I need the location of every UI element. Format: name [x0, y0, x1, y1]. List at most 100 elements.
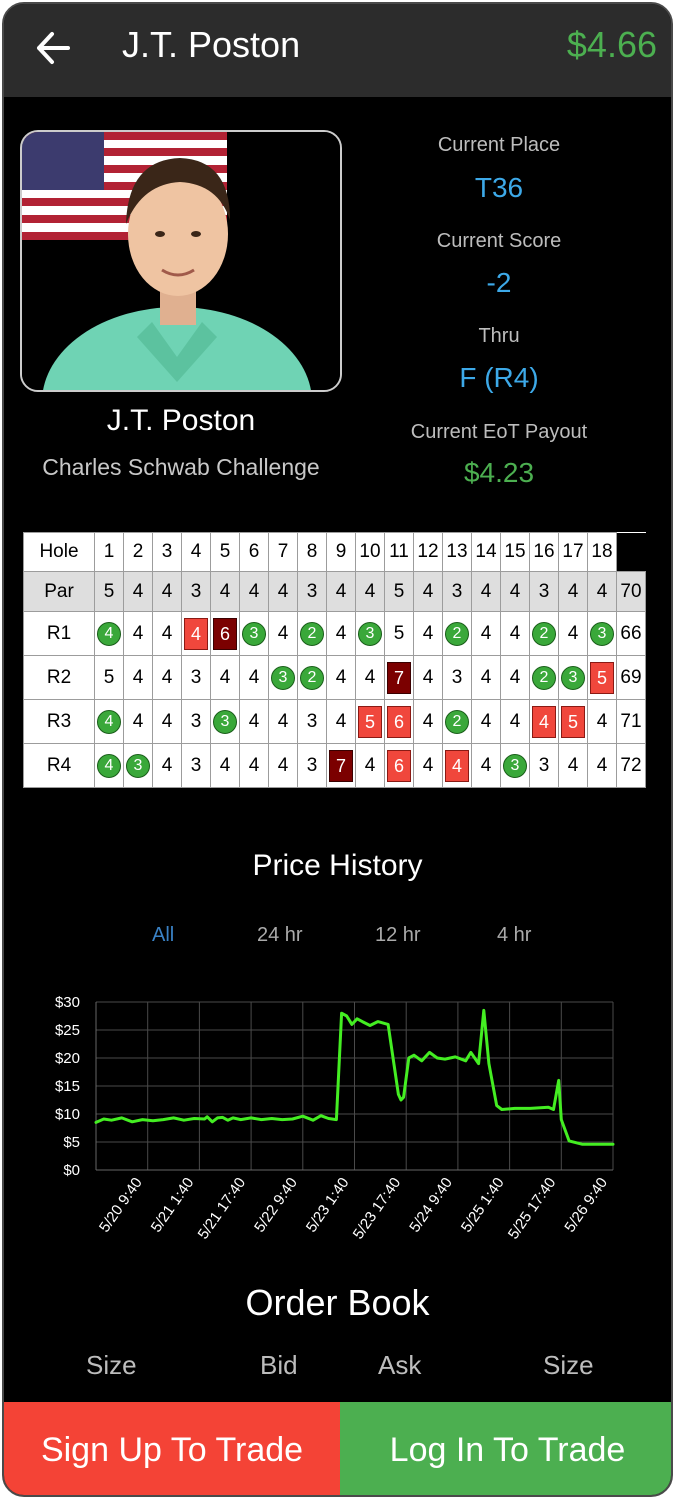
hole-number: 10	[355, 532, 385, 572]
thru-label: Thru	[478, 325, 520, 347]
hole-number: 5	[210, 532, 240, 572]
order-book-bid-header: Bid	[260, 1350, 298, 1380]
par-score: 4	[161, 666, 173, 688]
round-row: R4 4 3 4 3 4 4 4 3 7 4 6 4 4 4 3 3 4 4 72	[23, 743, 646, 788]
round-label: R1	[23, 611, 95, 656]
birdie-marker: 2	[445, 709, 469, 734]
score-cell: 4	[152, 611, 182, 656]
hole-number: 4	[181, 532, 211, 572]
par-score: 3	[306, 710, 318, 732]
score-cell: 4	[558, 611, 588, 656]
x-tick-label: 5/26 9:40	[561, 1175, 611, 1236]
hole-number: 1	[94, 532, 124, 572]
par-score: 4	[132, 710, 144, 732]
birdie-marker: 2	[532, 665, 556, 690]
back-arrow-icon[interactable]	[34, 26, 74, 70]
eot-payout-label: Current EoT Payout	[410, 421, 588, 443]
tab-all[interactable]: All	[152, 924, 174, 947]
score-cell: 5	[558, 699, 588, 744]
par-score: 4	[161, 622, 173, 644]
score-cell: 4	[239, 699, 269, 744]
y-tick-label: $20	[55, 1050, 80, 1067]
y-tick-label: $10	[55, 1106, 80, 1123]
score-cell: 4	[471, 743, 501, 788]
bogey-marker: 6	[387, 705, 411, 738]
score-cell: 4	[471, 699, 501, 744]
score-cell: 6	[384, 743, 414, 788]
app-screen: J.T. Poston $4.66 J.T. Poston Charles Sc…	[2, 2, 673, 1497]
current-price: $4.66	[566, 24, 657, 65]
round-label: R3	[23, 699, 95, 744]
round-total: 72	[616, 743, 646, 788]
top-bar: J.T. Poston $4.66	[4, 4, 671, 97]
par-score: 4	[219, 754, 231, 776]
score-cell: 7	[326, 743, 356, 788]
score-cell: 5	[94, 655, 124, 700]
score-cell: 4	[413, 611, 443, 656]
birdie-marker: 3	[242, 621, 266, 646]
double-bogey-marker: 6	[213, 617, 237, 650]
score-cell: 4	[413, 655, 443, 700]
score-cell: 5	[384, 611, 414, 656]
par-total: 70	[616, 571, 646, 612]
x-tick-label: 5/23 17:40	[350, 1175, 405, 1243]
par-score: 4	[132, 666, 144, 688]
score-cell: 4	[413, 699, 443, 744]
tab-4-hr[interactable]: 4 hr	[497, 924, 531, 947]
birdie-marker: 3	[126, 753, 150, 778]
score-cell: 3	[297, 699, 327, 744]
par-value: 4	[123, 571, 153, 612]
score-cell: 4	[94, 743, 124, 788]
par-score: 4	[422, 754, 434, 776]
x-tick-label: 5/21 1:40	[148, 1175, 198, 1236]
hole-number: 3	[152, 532, 182, 572]
x-tick-label: 5/25 17:40	[505, 1175, 560, 1243]
score-cell: 4	[500, 699, 530, 744]
x-tick-label: 5/21 17:40	[195, 1175, 250, 1243]
score-cell: 3	[181, 743, 211, 788]
par-value: 4	[587, 571, 617, 612]
score-cell: 4	[355, 743, 385, 788]
blank-cell	[616, 532, 646, 572]
score-cell: 4	[123, 611, 153, 656]
par-value: 4	[558, 571, 588, 612]
par-score: 4	[219, 666, 231, 688]
score-cell: 4	[587, 743, 617, 788]
par-value: 4	[239, 571, 269, 612]
sign-up-to-trade-button[interactable]: Sign Up To Trade	[4, 1402, 340, 1495]
par-score: 4	[277, 754, 289, 776]
par-score: 3	[190, 710, 202, 732]
par-score: 4	[132, 622, 144, 644]
score-cell: 3	[239, 611, 269, 656]
round-total: 66	[616, 611, 646, 656]
par-score: 4	[422, 622, 434, 644]
par-score: 4	[567, 754, 579, 776]
tab-12-hr[interactable]: 12 hr	[375, 924, 421, 947]
hole-number: 16	[529, 532, 559, 572]
score-cell: 2	[297, 611, 327, 656]
score-cell: 6	[210, 611, 240, 656]
score-cell: 3	[529, 743, 559, 788]
score-cell: 4	[239, 743, 269, 788]
bogey-marker: 6	[387, 749, 411, 782]
par-value: 3	[442, 571, 472, 612]
par-score: 4	[161, 754, 173, 776]
par-score: 4	[480, 666, 492, 688]
par-value: 5	[384, 571, 414, 612]
par-value: 4	[326, 571, 356, 612]
score-cell: 4	[500, 655, 530, 700]
tab-24-hr[interactable]: 24 hr	[257, 924, 303, 947]
score-cell: 4	[558, 743, 588, 788]
par-value: 4	[210, 571, 240, 612]
double-bogey-marker: 7	[387, 661, 411, 694]
price-history-title: Price History	[252, 849, 423, 882]
order-book-title: Order Book	[245, 1282, 430, 1323]
round-total: 71	[616, 699, 646, 744]
log-in-to-trade-button[interactable]: Log In To Trade	[340, 1402, 671, 1495]
hole-number: 2	[123, 532, 153, 572]
page-title: J.T. Poston	[122, 24, 301, 65]
score-cell: 5	[587, 655, 617, 700]
current-place-label: Current Place	[437, 134, 561, 156]
par-score: 4	[596, 754, 608, 776]
score-cell: 3	[268, 655, 298, 700]
